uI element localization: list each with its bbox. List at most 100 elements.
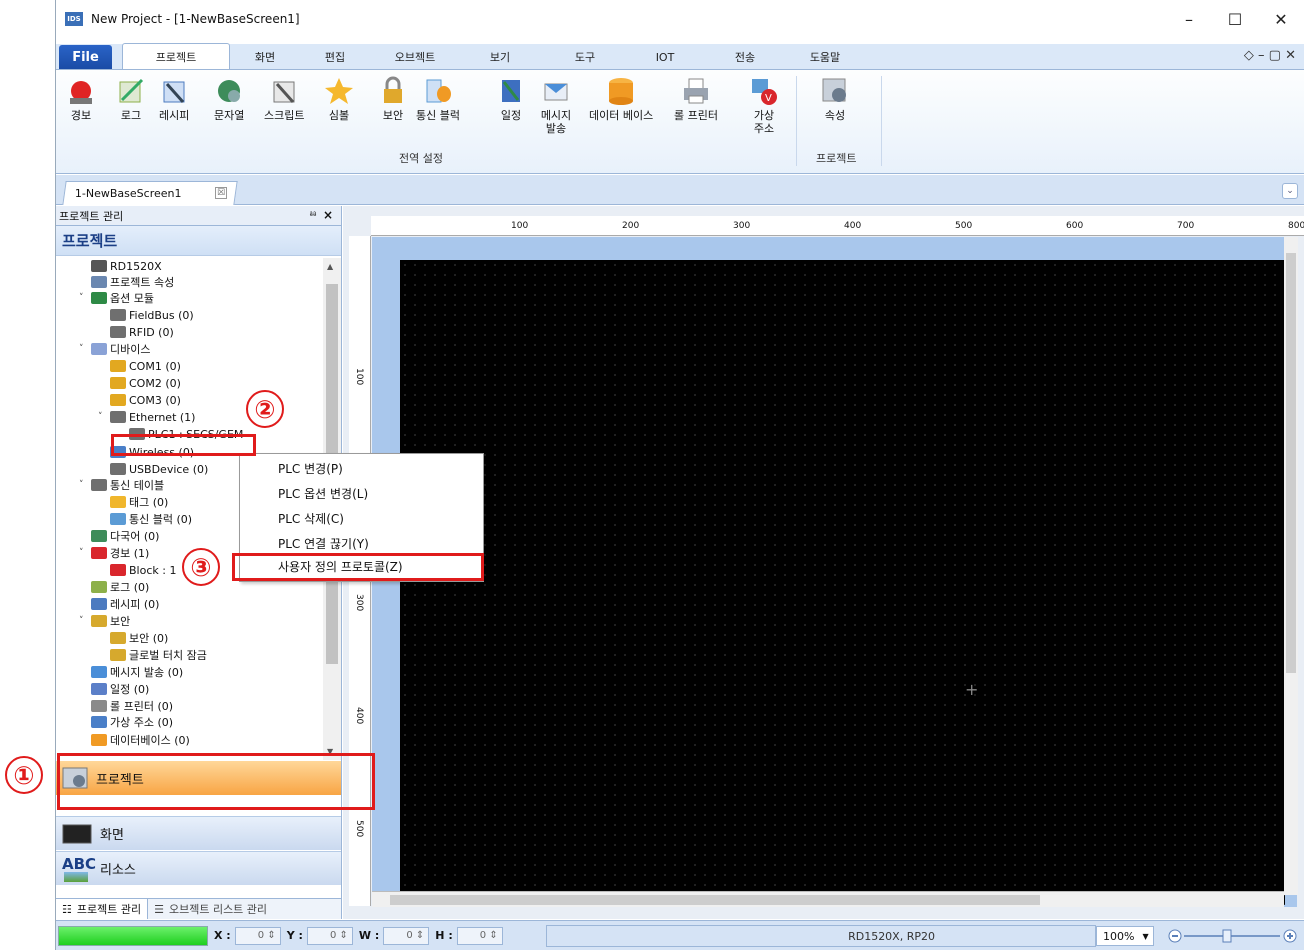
svg-text:V: V (765, 93, 772, 104)
security-button[interactable]: 보안 (378, 76, 408, 122)
tab-screen[interactable]: 화면 (230, 45, 300, 69)
symbol-icon (324, 76, 354, 106)
expand-chevron-icon[interactable]: ˅ (79, 548, 89, 558)
tree-item-global-touch-lock[interactable]: 글로벌 터치 잠금 (98, 647, 207, 663)
expand-chevron-icon[interactable]: ˅ (79, 344, 89, 354)
tree-item-multilanguage[interactable]: 다국어 (0) (79, 528, 159, 544)
tab-object[interactable]: 오브젝트 (370, 45, 460, 69)
tab-edit[interactable]: 편집 (300, 45, 370, 69)
menu-item-change-plc[interactable]: PLC 변경(P) (240, 457, 483, 480)
expand-chevron-icon[interactable]: ˅ (79, 293, 89, 303)
canvas-vertical-scrollbar[interactable] (1284, 237, 1298, 895)
tree-item-alarm[interactable]: ˅ 경보 (1) (79, 545, 149, 561)
maximize-button[interactable]: ☐ (1212, 0, 1258, 38)
tree-item-recipe[interactable]: 레시피 (0) (79, 596, 159, 612)
menu-item-disconnect-plc[interactable]: PLC 연결 끊기(Y) (240, 532, 483, 555)
tree-node-icon (110, 394, 126, 406)
h-field[interactable]: 0 ⇕ (456, 926, 503, 945)
annotation-2: ② (246, 390, 284, 428)
tree-node-icon (91, 598, 107, 610)
tree-item-project-properties[interactable]: 프로젝트 속성 (79, 274, 174, 290)
log-button[interactable]: 로그 (116, 76, 146, 122)
string-button[interactable]: 문자열 (214, 76, 244, 122)
zoom-slider[interactable] (1168, 929, 1298, 943)
schedule-button[interactable]: 일정 (496, 76, 526, 122)
tab-close-icon[interactable]: ☒ (215, 187, 227, 199)
tab-iot[interactable]: IOT (630, 45, 700, 69)
tab-project[interactable]: 프로젝트 (122, 43, 230, 69)
document-tab[interactable]: 1-NewBaseScreen1 ☒ (62, 181, 238, 205)
ribbon-window-controls[interactable]: ◇ – ▢ ✕ (1244, 48, 1296, 63)
message-button[interactable]: 메시지 발송 (536, 76, 576, 135)
nav-screen[interactable]: 화면 (56, 816, 341, 850)
tree-item-ethernet[interactable]: ˅ Ethernet (1) (98, 409, 195, 425)
coord-x: X :0 ⇕ (214, 926, 281, 945)
horizontal-scroll-thumb[interactable] (390, 895, 1040, 905)
pin-icon[interactable]: ⎂ (309, 209, 317, 220)
y-field[interactable]: 0 ⇕ (306, 926, 353, 945)
tree-item-alarm-block[interactable]: Block : 1 (98, 562, 176, 578)
tab-view[interactable]: 보기 (460, 45, 540, 69)
expand-chevron-icon[interactable]: ˅ (98, 412, 108, 422)
close-icon[interactable]: × (323, 208, 333, 222)
canvas-horizontal-scrollbar[interactable] (372, 891, 1284, 907)
tab-project-manager[interactable]: ☷ 프로젝트 관리 (56, 899, 149, 919)
tree-item-schedule[interactable]: 일정 (0) (79, 681, 149, 697)
tree-item-fieldbus[interactable]: FieldBus (0) (98, 307, 194, 323)
symbol-button[interactable]: 심볼 (324, 76, 354, 122)
alarm-button[interactable]: 경보 (66, 76, 96, 122)
menu-item-delete-plc[interactable]: PLC 삭제(C) (240, 507, 483, 530)
tab-transfer[interactable]: 전송 (700, 45, 790, 69)
file-tab[interactable]: File (59, 45, 112, 69)
tree-node-icon (110, 360, 126, 372)
tab-object-list[interactable]: ☰ 오브젝트 리스트 관리 (148, 899, 273, 919)
properties-button[interactable]: 속성 (820, 76, 850, 122)
w-field[interactable]: 0 ⇕ (383, 926, 430, 945)
minimize-button[interactable]: – (1166, 0, 1212, 38)
group-separator (796, 76, 797, 166)
tree-item-devices[interactable]: ˅ 디바이스 (79, 341, 150, 357)
scroll-up-icon[interactable]: ▲ (327, 262, 333, 271)
tree-item-com3[interactable]: COM3 (0) (98, 392, 181, 408)
expand-chevron-icon[interactable]: ˅ (79, 480, 89, 490)
roll-printer-button[interactable]: 롤 프린터 (674, 76, 718, 122)
tree-item-label: RFID (0) (129, 325, 174, 339)
tree-item-comm-blocks[interactable]: 통신 블럭 (0) (98, 511, 192, 527)
tree-item-tags[interactable]: 태그 (0) (98, 494, 168, 510)
ruler-top-label: 400 (844, 221, 862, 231)
tree-item-roll-printer[interactable]: 롤 프린터 (0) (79, 698, 173, 714)
tree-item-security-item[interactable]: 보안 (0) (98, 630, 168, 646)
database-button[interactable]: 데이터 베이스 (589, 76, 653, 122)
tree-item-security[interactable]: ˅ 보안 (79, 613, 130, 629)
tab-object-list-label: 오브젝트 리스트 관리 (168, 903, 268, 916)
comm-block-button[interactable]: 통신 블럭 (416, 76, 460, 122)
zoom-select[interactable]: 100% ▼ (1096, 926, 1154, 946)
vertical-scroll-thumb[interactable] (1286, 253, 1296, 673)
screen-canvas[interactable]: + (400, 260, 1285, 905)
tree-item-option-modules[interactable]: ˅ 옵션 모듈 (79, 290, 154, 306)
expand-chevron-icon[interactable]: ˅ (79, 616, 89, 626)
nav-screen-label: 화면 (100, 828, 124, 843)
tab-help[interactable]: 도움말 (790, 45, 860, 69)
tree-item-log[interactable]: 로그 (0) (79, 579, 149, 595)
coord-h: H :0 ⇕ (435, 926, 503, 945)
tree-item-usbdevice[interactable]: USBDevice (0) (98, 461, 208, 477)
close-button[interactable]: ✕ (1258, 0, 1304, 38)
x-field[interactable]: 0 ⇕ (234, 926, 281, 945)
nav-resource[interactable]: ABC 리소스 (56, 851, 341, 885)
tree-item-rd1520x[interactable]: RD1520X (79, 258, 162, 274)
tree-item-rfid[interactable]: RFID (0) (98, 324, 174, 340)
app-logo-icon: IDS (65, 12, 83, 26)
tree-item-com1[interactable]: COM1 (0) (98, 358, 181, 374)
tree-item-database[interactable]: 데이터베이스 (0) (79, 732, 190, 748)
tree-item-message-send[interactable]: 메시지 발송 (0) (79, 664, 183, 680)
virtual-address-button[interactable]: V 가상 주소 (749, 76, 779, 135)
tree-item-virtual-address[interactable]: 가상 주소 (0) (79, 714, 173, 730)
script-button[interactable]: 스크립트 (264, 76, 304, 122)
tree-item-com2[interactable]: COM2 (0) (98, 375, 181, 391)
chevron-down-icon[interactable]: ⌄ (1282, 183, 1298, 199)
tree-item-comm-table[interactable]: ˅ 통신 테이블 (79, 477, 164, 493)
menu-item-change-plc-options[interactable]: PLC 옵션 변경(L) (240, 482, 483, 505)
recipe-button[interactable]: 레시피 (159, 76, 189, 122)
tab-tools[interactable]: 도구 (540, 45, 630, 69)
